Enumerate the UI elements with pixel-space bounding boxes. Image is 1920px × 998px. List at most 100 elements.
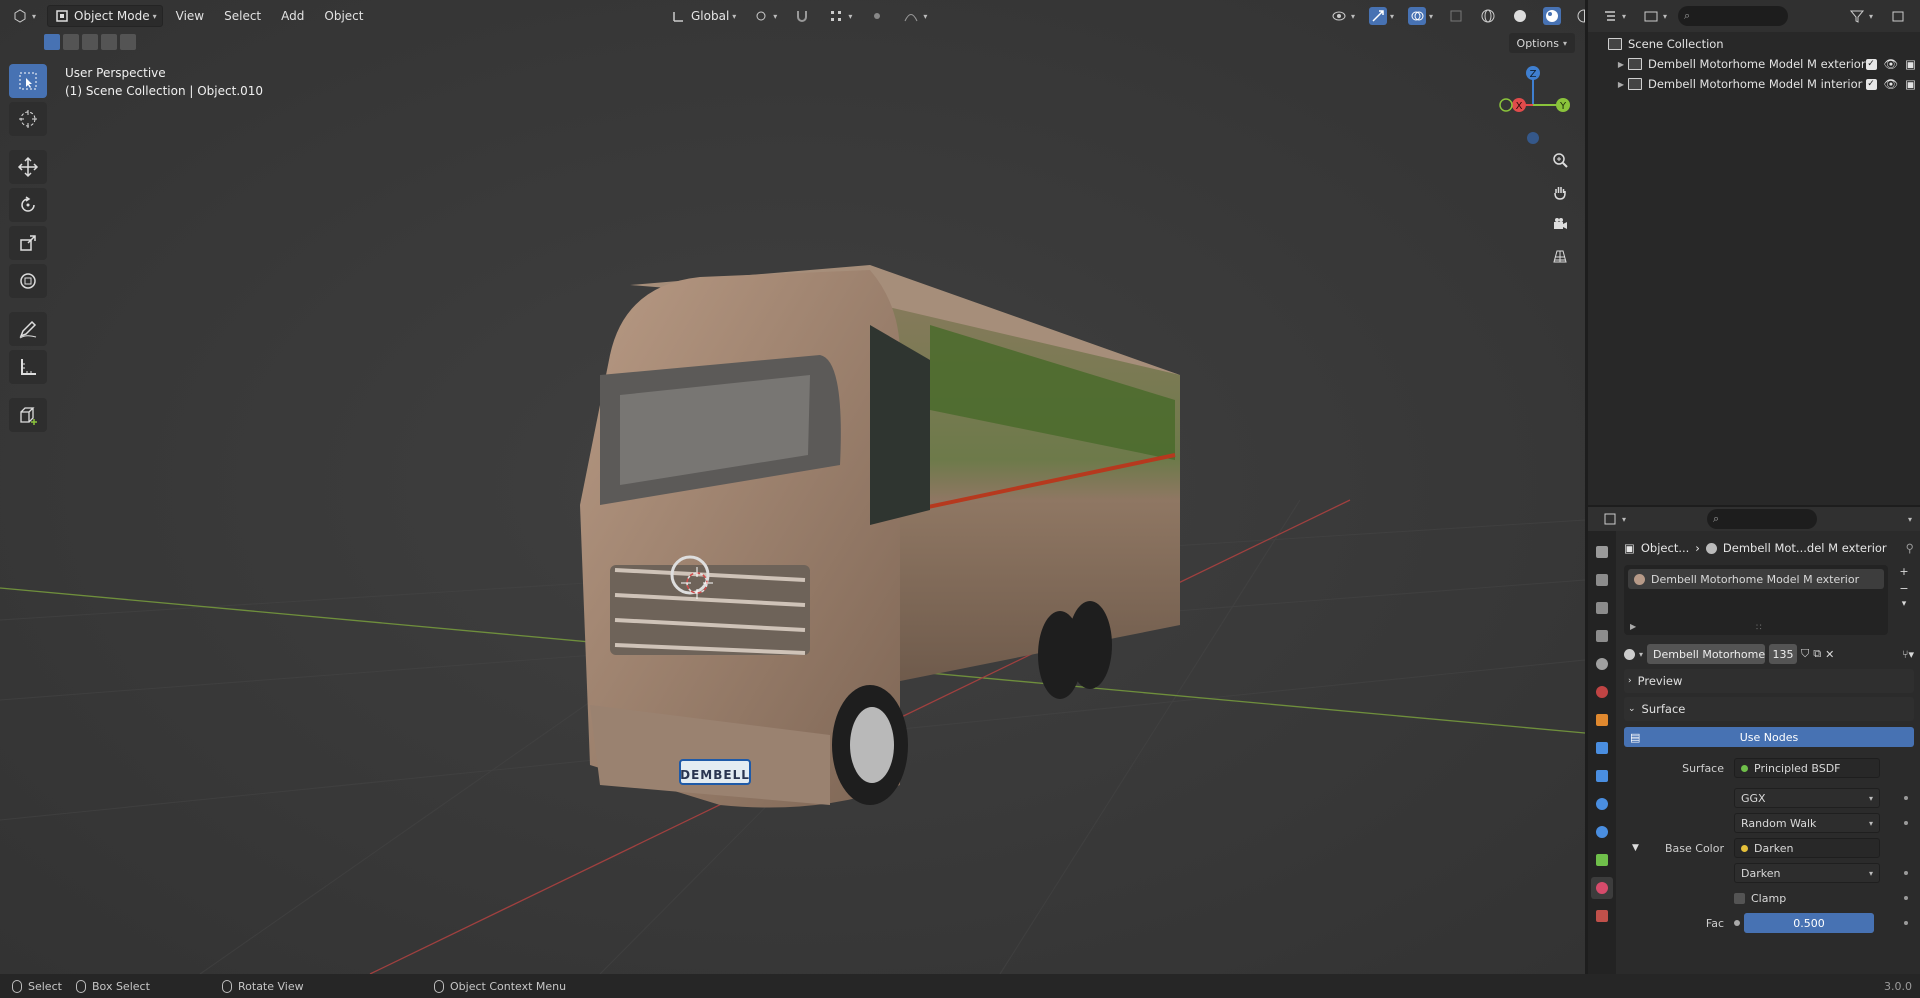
gizmo-toggle[interactable]: ▾: [1364, 5, 1399, 27]
proportional-edit-toggle[interactable]: [863, 5, 891, 27]
menu-object[interactable]: Object: [317, 5, 370, 27]
expand-arrow-icon[interactable]: ▶: [1630, 622, 1636, 631]
surface-shader-field[interactable]: Principled BSDF: [1734, 758, 1880, 778]
zoom-view-button[interactable]: [1547, 148, 1573, 172]
expand-arrow-icon[interactable]: ▶: [1614, 60, 1628, 69]
menu-select[interactable]: Select: [217, 5, 268, 27]
outliner-item-exterior[interactable]: ▶ Dembell Motorhome Model M exterior ✓ 👁…: [1588, 54, 1920, 74]
exclude-checkbox[interactable]: ✓: [1865, 58, 1877, 70]
subsurface-method-dropdown[interactable]: Random Walk ▾: [1734, 813, 1880, 833]
visibility-dropdown[interactable]: ▾: [1325, 5, 1360, 27]
tab-constraints[interactable]: [1591, 821, 1613, 843]
slot-specials-button[interactable]: ▾: [1894, 599, 1914, 609]
tab-modifiers[interactable]: [1591, 737, 1613, 759]
options-dropdown[interactable]: Options ▾: [1508, 33, 1575, 53]
annotate-tool[interactable]: [9, 312, 47, 346]
tab-object[interactable]: [1591, 709, 1613, 731]
scale-tool[interactable]: [9, 226, 47, 260]
select-new-button[interactable]: [44, 34, 60, 50]
snap-dropdown[interactable]: ▾: [822, 5, 857, 27]
preview-panel-header[interactable]: › Preview: [1624, 669, 1914, 693]
unlink-close-icon[interactable]: ✕: [1825, 648, 1834, 661]
pin-icon[interactable]: ⚲: [1906, 541, 1914, 555]
orientation-dropdown[interactable]: Global ▾: [665, 5, 741, 27]
select-invert-button[interactable]: [101, 34, 117, 50]
tab-view-layer[interactable]: [1591, 625, 1613, 647]
navigation-gizmo[interactable]: Z Y X: [1490, 62, 1580, 152]
fac-slider[interactable]: 0.500: [1744, 913, 1874, 933]
add-slot-button[interactable]: +: [1894, 565, 1914, 578]
tab-render[interactable]: [1591, 569, 1613, 591]
tab-scene[interactable]: [1591, 653, 1613, 675]
camera-icon[interactable]: ▣: [1905, 57, 1916, 71]
outliner-editor-type[interactable]: ▾: [1596, 5, 1631, 27]
tab-world[interactable]: [1591, 681, 1613, 703]
remove-slot-button[interactable]: −: [1894, 582, 1914, 595]
expand-arrow-icon[interactable]: ▶: [1614, 80, 1628, 89]
measure-tool[interactable]: [9, 350, 47, 384]
keyframe-dot[interactable]: [1904, 896, 1908, 900]
properties-editor-type[interactable]: ▾: [1596, 508, 1631, 530]
filter-dropdown[interactable]: ▾: [1843, 5, 1878, 27]
keyframe-dot[interactable]: [1904, 871, 1908, 875]
use-nodes-button[interactable]: ▤ Use Nodes: [1624, 727, 1914, 747]
outliner-search-input[interactable]: ⌕: [1678, 6, 1789, 26]
neg-z-axis-handle[interactable]: [1527, 132, 1539, 144]
eye-icon[interactable]: 👁: [1884, 77, 1899, 91]
pan-view-button[interactable]: [1547, 180, 1573, 204]
properties-search-input[interactable]: ⌕: [1707, 509, 1818, 529]
material-slot-list[interactable]: Dembell Motorhome Model M exterior ▶ ∷: [1624, 565, 1888, 635]
keyframe-dot[interactable]: [1904, 796, 1908, 800]
move-tool[interactable]: [9, 150, 47, 184]
mode-dropdown[interactable]: Object Mode ▾: [47, 5, 163, 27]
snap-toggle[interactable]: [788, 5, 816, 27]
surface-panel-header[interactable]: ⌄ Surface: [1624, 697, 1914, 721]
ortho-toggle-button[interactable]: [1547, 244, 1573, 268]
tab-physics[interactable]: [1591, 793, 1613, 815]
3d-viewport[interactable]: ▾ Object Mode ▾ View Select Add Object G…: [0, 0, 1585, 974]
shading-rendered[interactable]: [1570, 5, 1585, 27]
xray-toggle[interactable]: [1442, 5, 1470, 27]
add-cube-tool[interactable]: [9, 398, 47, 432]
select-extend-button[interactable]: [63, 34, 79, 50]
transform-tool[interactable]: [9, 264, 47, 298]
material-slot-item[interactable]: Dembell Motorhome Model M exterior: [1628, 569, 1884, 589]
clamp-checkbox[interactable]: [1734, 892, 1745, 904]
shading-wireframe[interactable]: [1474, 5, 1502, 27]
eye-icon[interactable]: 👁: [1884, 57, 1899, 71]
tab-texture[interactable]: [1591, 905, 1613, 927]
blend-mode-dropdown[interactable]: Darken ▾: [1734, 863, 1880, 883]
neg-y-axis-handle[interactable]: [1499, 98, 1513, 112]
outliner-item-interior[interactable]: ▶ Dembell Motorhome Model M interior ✓ 👁…: [1588, 74, 1920, 94]
pivot-dropdown[interactable]: ▾: [747, 5, 782, 27]
node-link-icon[interactable]: ⑂▾: [1902, 648, 1914, 661]
camera-view-button[interactable]: [1547, 212, 1573, 236]
keyframe-dot[interactable]: [1904, 921, 1908, 925]
chevron-down-icon[interactable]: ▾: [1908, 515, 1912, 524]
tab-data[interactable]: [1591, 849, 1613, 871]
menu-add[interactable]: Add: [274, 5, 311, 27]
select-subtract-button[interactable]: [82, 34, 98, 50]
tab-material[interactable]: [1591, 877, 1613, 899]
overlays-toggle[interactable]: ▾: [1403, 5, 1438, 27]
tab-output[interactable]: [1591, 597, 1613, 619]
distribution-dropdown[interactable]: GGX ▾: [1734, 788, 1880, 808]
chevron-down-icon[interactable]: ▾: [1639, 650, 1643, 659]
select-box-tool[interactable]: [9, 64, 47, 98]
tab-tool[interactable]: [1591, 541, 1613, 563]
select-intersect-button[interactable]: [120, 34, 136, 50]
expand-arrow-icon[interactable]: ▼: [1632, 843, 1639, 853]
editor-type-button[interactable]: ▾: [6, 5, 41, 27]
menu-view[interactable]: View: [169, 5, 211, 27]
material-name-field[interactable]: Dembell Motorhome ...: [1647, 644, 1766, 664]
keyframe-dot[interactable]: [1904, 821, 1908, 825]
camera-icon[interactable]: ▣: [1905, 77, 1916, 91]
resize-grip-icon[interactable]: ∷: [1756, 623, 1762, 633]
browse-material-icon[interactable]: [1624, 648, 1635, 660]
shading-solid[interactable]: [1506, 5, 1534, 27]
display-mode-dropdown[interactable]: ▾: [1637, 5, 1672, 27]
base-color-input-field[interactable]: Darken: [1734, 838, 1880, 858]
new-collection-button[interactable]: [1884, 5, 1912, 27]
tab-particles[interactable]: [1591, 765, 1613, 787]
exclude-checkbox[interactable]: ✓: [1865, 78, 1877, 90]
